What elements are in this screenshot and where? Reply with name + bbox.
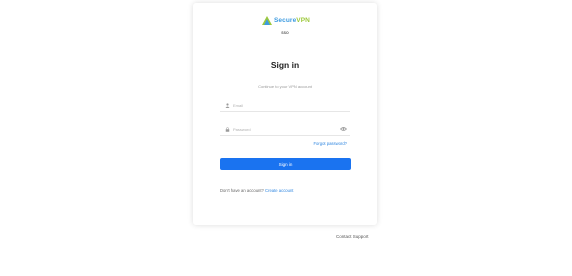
password-field bbox=[220, 123, 350, 136]
sign-in-button[interactable]: Sign in bbox=[220, 158, 351, 170]
email-input[interactable] bbox=[233, 101, 333, 109]
forgot-password-link[interactable]: Forgot password? bbox=[313, 141, 347, 146]
page-subtitle: Continue to your VPN account bbox=[258, 84, 312, 89]
contact-support-link[interactable]: Contact Support bbox=[336, 234, 369, 239]
user-icon bbox=[224, 102, 230, 108]
brand-name: SecureVPN bbox=[274, 17, 310, 24]
email-field bbox=[220, 99, 350, 112]
password-input[interactable] bbox=[233, 125, 333, 133]
brand-subtitle: SSO bbox=[281, 31, 289, 35]
page-title: Sign in bbox=[270, 60, 300, 70]
signup-row: Don't have an account? Create account bbox=[220, 188, 293, 193]
create-account-link[interactable]: Create account bbox=[265, 188, 293, 193]
lock-icon bbox=[224, 126, 230, 132]
brand-logo: SecureVPN bbox=[262, 16, 310, 25]
triangle-logo-icon bbox=[262, 16, 272, 25]
eye-icon[interactable] bbox=[340, 126, 347, 132]
login-card: SecureVPN SSO Sign in Continue to your V… bbox=[193, 3, 377, 225]
signup-prompt: Don't have an account? bbox=[220, 188, 264, 193]
